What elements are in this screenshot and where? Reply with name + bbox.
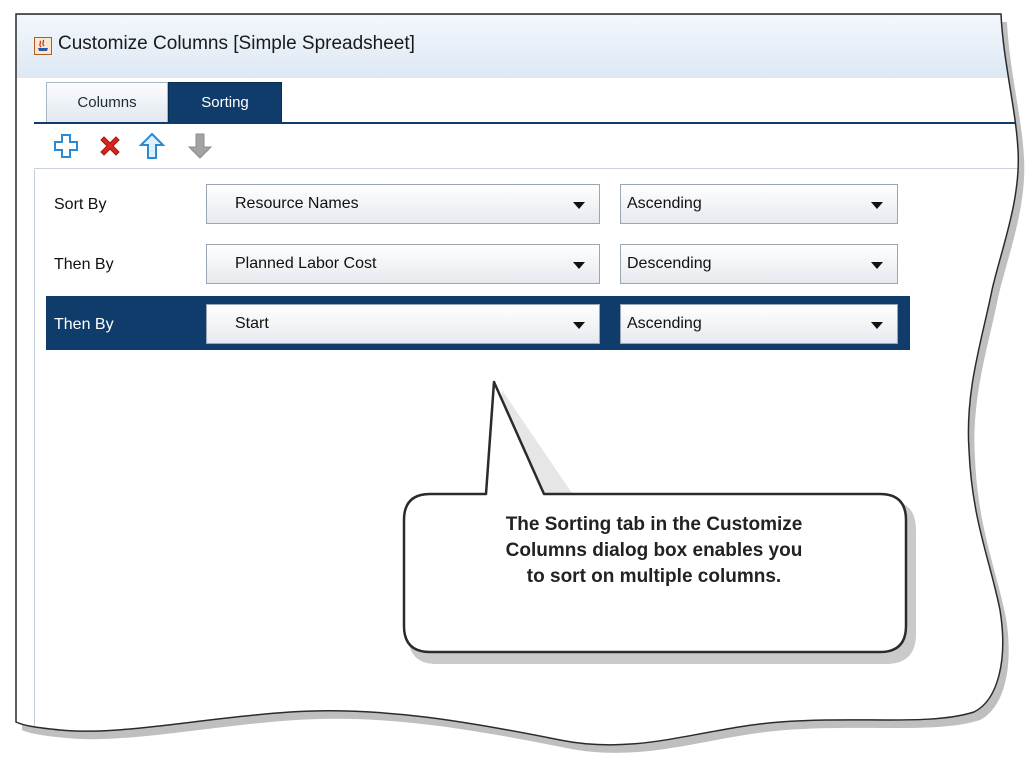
- sort-order-select[interactable]: Ascending: [620, 184, 898, 224]
- sort-column-select[interactable]: Start: [206, 304, 600, 344]
- sort-row-label: Then By: [54, 316, 114, 333]
- sort-order-value: Descending: [627, 255, 712, 272]
- move-down-button[interactable]: [186, 132, 214, 160]
- chevron-down-icon: [871, 202, 883, 209]
- callout-line: to sort on multiple columns.: [526, 566, 782, 587]
- window-title: Customize Columns [Simple Spreadsheet]: [58, 33, 415, 54]
- customize-columns-dialog: Customize Columns [Simple Spreadsheet] C…: [0, 0, 1034, 770]
- sort-row-label: Then By: [54, 256, 114, 273]
- delete-x-icon: [96, 132, 124, 160]
- move-up-button[interactable]: [138, 132, 166, 160]
- plus-icon: [52, 132, 80, 160]
- arrow-up-icon: [138, 132, 166, 160]
- chevron-down-icon: [573, 322, 585, 329]
- add-sort-button[interactable]: [52, 132, 80, 160]
- chevron-down-icon: [573, 262, 585, 269]
- callout-text: The Sorting tab in the Customize Columns…: [402, 512, 906, 590]
- java-app-icon: [34, 37, 52, 55]
- sort-column-value: Planned Labor Cost: [235, 255, 377, 272]
- sort-column-select[interactable]: Resource Names: [206, 184, 600, 224]
- toolbar: [34, 124, 1034, 169]
- chevron-down-icon: [871, 262, 883, 269]
- sort-column-value: Resource Names: [235, 195, 359, 212]
- callout-line: Columns dialog box enables you: [505, 540, 803, 561]
- tab-columns[interactable]: Columns: [46, 82, 168, 122]
- sort-column-select[interactable]: Planned Labor Cost: [206, 244, 600, 284]
- chevron-down-icon: [871, 322, 883, 329]
- delete-sort-button[interactable]: [96, 132, 124, 160]
- arrow-down-icon: [186, 132, 214, 160]
- callout-line: The Sorting tab in the Customize: [505, 514, 803, 535]
- sort-order-select[interactable]: Descending: [620, 244, 898, 284]
- tab-sorting[interactable]: Sorting: [168, 82, 282, 122]
- sort-row-label: Sort By: [54, 196, 107, 213]
- chevron-down-icon: [573, 202, 585, 209]
- sort-column-value: Start: [235, 315, 269, 332]
- sort-order-select[interactable]: Ascending: [620, 304, 898, 344]
- sort-order-value: Ascending: [627, 195, 702, 212]
- sort-order-value: Ascending: [627, 315, 702, 332]
